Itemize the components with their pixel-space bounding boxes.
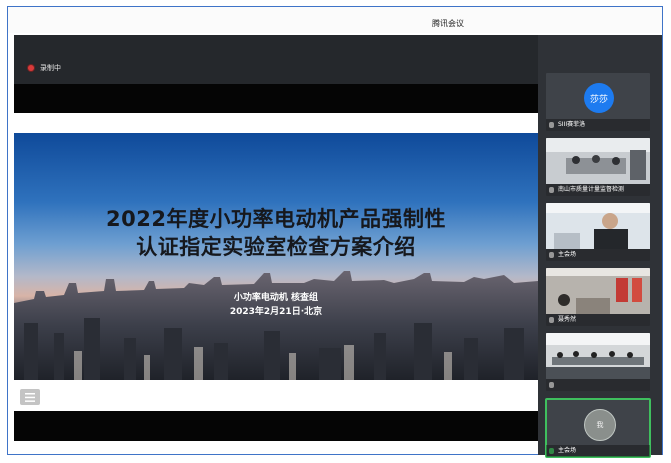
slide-date: 2023年2月21日·北京	[229, 307, 323, 317]
participant-name: SIII赛菲洛	[546, 119, 650, 131]
title-bar: 腾讯会议	[8, 7, 662, 33]
participant-tile[interactable]: 莎莎 SIII赛菲洛	[546, 73, 650, 131]
participant-tile[interactable]: 聂秀然	[546, 268, 650, 326]
participant-video	[546, 138, 650, 184]
app-title: 腾讯会议	[432, 19, 464, 28]
slide-margin-top	[14, 113, 538, 133]
participant-tile[interactable]	[546, 333, 650, 391]
participant-video	[546, 268, 650, 314]
participant-avatar: 莎莎	[584, 83, 614, 113]
letterbox-bottom	[14, 411, 538, 441]
participant-video-list: 莎莎 SIII赛菲洛 南山市质量计量监督检测 主会场 聂秀然 我 主会场	[538, 35, 662, 458]
slide-margin-bottom	[14, 380, 538, 411]
participant-name	[546, 379, 650, 391]
participant-name: 南山市质量计量监督检测	[546, 184, 650, 196]
shared-screen-area: 录制中 2022年度小功率电动机产品强制性 认证指定实验室检查方案介绍 小功率电…	[14, 35, 538, 441]
participant-name: 主会场	[546, 445, 650, 457]
share-top-bar: 录制中	[14, 35, 538, 84]
slide-title-line-1: 2022年度小功率电动机产品强制性	[106, 207, 446, 231]
participant-avatar: 我	[584, 409, 616, 441]
meeting-window: 腾讯会议 录制中 2022年度小功率电动机产品强制性 认证指定实验室检查方案介绍…	[7, 6, 663, 458]
participant-name: 主会场	[546, 249, 650, 261]
record-icon	[28, 65, 34, 71]
slide-title-line-2: 认证指定实验室检查方案介绍	[136, 235, 416, 259]
slide-organization: 小功率电动机 核查组	[233, 293, 319, 303]
participant-tile[interactable]: 主会场	[546, 203, 650, 261]
slide-title: 2022年度小功率电动机产品强制性 认证指定实验室检查方案介绍	[14, 205, 538, 261]
participant-video	[546, 333, 650, 379]
presentation-slide: 2022年度小功率电动机产品强制性 认证指定实验室检查方案介绍 小功率电动机 核…	[14, 133, 538, 380]
participant-video	[546, 203, 650, 249]
participant-tile-active[interactable]: 我 主会场	[545, 398, 651, 458]
participant-tile[interactable]: 南山市质量计量监督检测	[546, 138, 650, 196]
participant-name: 聂秀然	[546, 314, 650, 326]
list-view-button[interactable]	[20, 389, 40, 405]
recording-label[interactable]: 录制中	[40, 63, 61, 73]
letterbox-top	[14, 84, 538, 113]
list-icon	[25, 392, 35, 402]
